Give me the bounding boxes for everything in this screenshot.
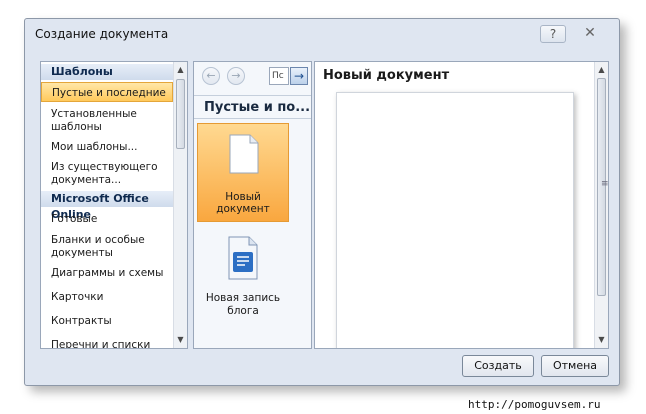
preview-title: Новый документ xyxy=(323,68,450,83)
create-button[interactable]: Создать xyxy=(462,355,534,377)
tile-label: Новый документ xyxy=(216,191,270,215)
watermark-url: http://pomoguvsem.ru xyxy=(468,398,601,411)
scroll-thumb[interactable] xyxy=(176,79,185,149)
help-button[interactable]: ? xyxy=(540,25,566,43)
cancel-button[interactable]: Отмена xyxy=(541,355,609,377)
go-arrow-icon[interactable]: → xyxy=(290,67,308,85)
category-item-diagrams[interactable]: Диаграммы и схемы xyxy=(51,267,171,280)
search-input[interactable]: Пс xyxy=(269,67,289,85)
title-bar: Создание документа ? ✕ xyxy=(25,19,619,47)
scroll-down-icon[interactable]: ▼ xyxy=(595,333,608,347)
template-categories-pane: Шаблоны Пустые и последние Установленные… xyxy=(40,61,188,349)
template-tile-blog-post[interactable]: Новая запись блога xyxy=(197,230,289,320)
category-item-forms[interactable]: Бланки и особые документы xyxy=(51,234,171,260)
preview-scrollbar[interactable]: ▲ ≡ ▼ xyxy=(594,62,608,348)
templates-nav: ← → Пс → xyxy=(194,62,311,92)
forward-arrow-icon[interactable]: → xyxy=(227,67,245,85)
blog-post-icon xyxy=(228,236,258,280)
new-document-dialog: Создание документа ? ✕ Шаблоны Пустые и … xyxy=(24,18,620,386)
blank-document-icon xyxy=(229,134,259,174)
categories-scrollbar[interactable]: ▲ ▼ xyxy=(173,62,187,348)
category-item-lists[interactable]: Перечни и списки дел xyxy=(51,339,171,348)
templates-pane: ← → Пс → Пустые и по... Новый документ Н… xyxy=(193,61,312,349)
document-preview xyxy=(336,92,574,348)
category-item-blank-recent[interactable]: Пустые и последние xyxy=(41,82,173,102)
category-item-my-templates[interactable]: Мои шаблоны... xyxy=(51,141,171,154)
close-button[interactable]: ✕ xyxy=(573,25,607,43)
category-item-installed[interactable]: Установленные шаблоны xyxy=(51,108,171,134)
tile-label: Новая запись блога xyxy=(205,292,281,317)
scroll-thumb[interactable]: ≡ xyxy=(597,78,608,296)
scroll-up-icon[interactable]: ▲ xyxy=(174,63,187,77)
template-tile-new-document[interactable]: Новый документ xyxy=(197,123,289,222)
scroll-down-icon[interactable]: ▼ xyxy=(174,333,187,347)
templates-heading: Пустые и по... xyxy=(194,95,311,119)
category-header-templates: Шаблоны xyxy=(41,64,173,80)
scroll-up-icon[interactable]: ▲ xyxy=(595,63,608,77)
category-header-office-online: Microsoft Office Online xyxy=(41,191,173,221)
category-item-from-existing[interactable]: Из существующего документа... xyxy=(51,161,171,187)
category-item-featured[interactable]: Готовые xyxy=(51,213,171,226)
preview-pane: Новый документ ▲ ≡ ▼ xyxy=(314,61,609,349)
category-item-contracts[interactable]: Контракты xyxy=(51,315,171,328)
window-title: Создание документа xyxy=(35,27,169,41)
back-arrow-icon[interactable]: ← xyxy=(202,67,220,85)
category-item-cards[interactable]: Карточки xyxy=(51,291,171,304)
